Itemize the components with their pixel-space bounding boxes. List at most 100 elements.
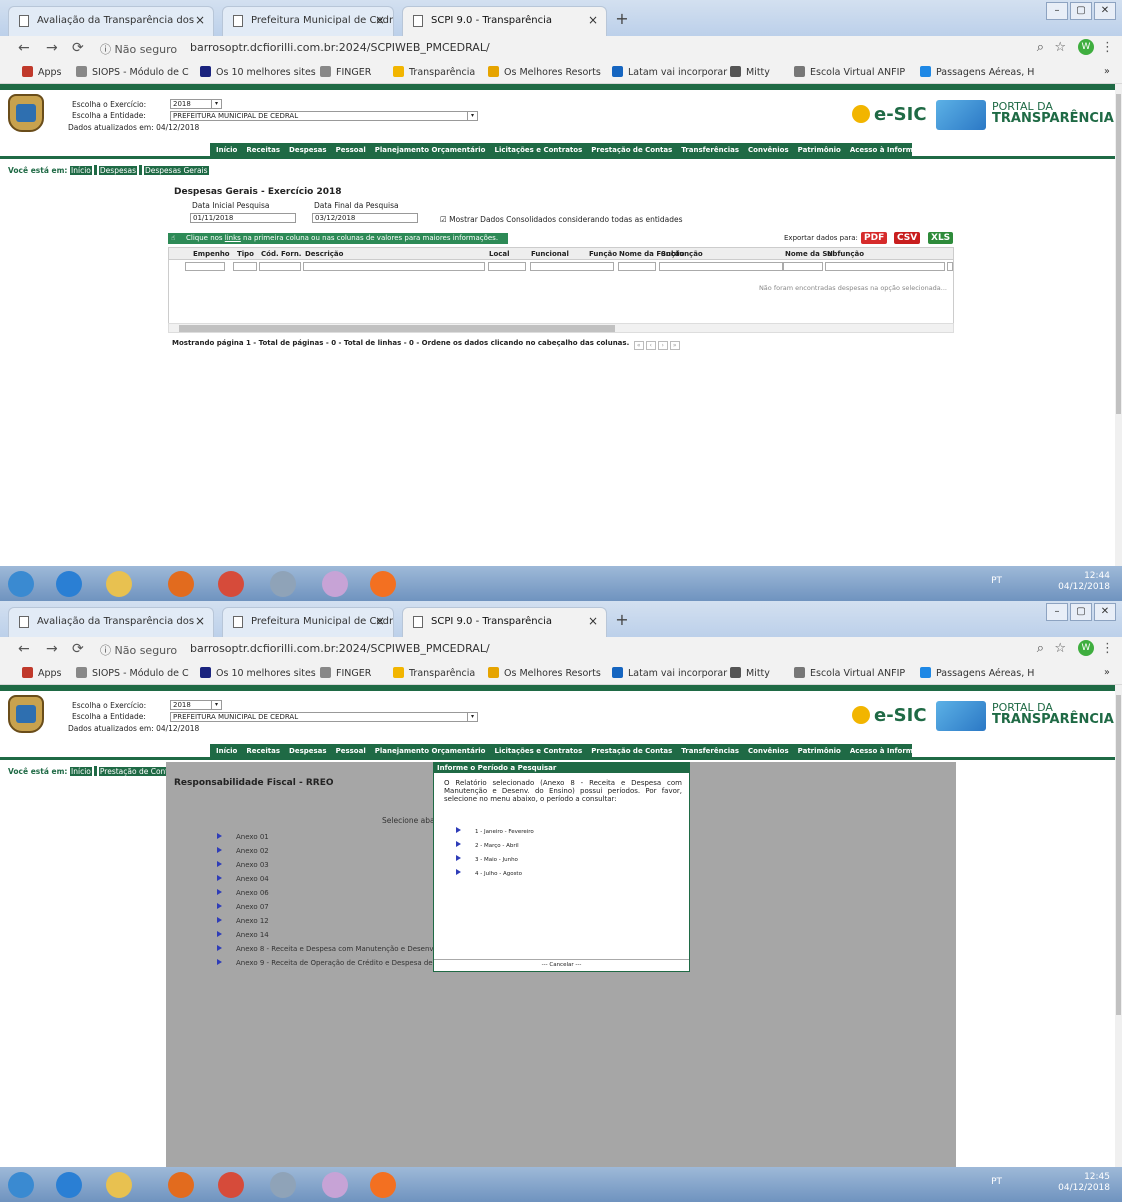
- period-option[interactable]: 1 - Janeiro - Fevereiro: [456, 827, 534, 835]
- clock[interactable]: 12:44 04/12/2018: [1058, 571, 1110, 593]
- more-icon[interactable]: ⋮: [1101, 641, 1114, 656]
- column-filter-input[interactable]: [618, 262, 656, 271]
- menu-item[interactable]: Prestação de Contas: [591, 747, 672, 755]
- column-filter-input[interactable]: [259, 262, 301, 271]
- column-filter-input[interactable]: [233, 262, 257, 271]
- star-icon[interactable]: ☆: [1054, 40, 1066, 55]
- chrome-icon[interactable]: [218, 1172, 244, 1198]
- column-filter-input[interactable]: [530, 262, 614, 271]
- bookmark-item[interactable]: Mitty: [730, 667, 770, 679]
- bookmark-item[interactable]: Os Melhores Resorts: [488, 667, 601, 679]
- avatar[interactable]: W: [1078, 640, 1094, 656]
- column-header[interactable]: Nome da Subfunção: [785, 250, 864, 258]
- media-player-icon[interactable]: [168, 1172, 194, 1198]
- vertical-scrollbar[interactable]: [1115, 685, 1122, 1167]
- bookmark-item[interactable]: Escola Virtual ANFIP: [794, 667, 905, 679]
- menu-item[interactable]: Patrimônio: [798, 146, 841, 154]
- column-filter-input[interactable]: [185, 262, 225, 271]
- explorer-icon[interactable]: [106, 1172, 132, 1198]
- breadcrumb-link[interactable]: Início: [70, 767, 92, 776]
- menu-item[interactable]: Patrimônio: [798, 747, 841, 755]
- bookmark-item[interactable]: FINGER: [320, 66, 371, 78]
- breadcrumb-link[interactable]: Início: [70, 166, 92, 175]
- minimize-icon[interactable]: –: [1046, 603, 1068, 621]
- menu-item[interactable]: Despesas: [289, 146, 327, 154]
- anexo-item[interactable]: Anexo 06: [217, 889, 269, 897]
- date-start-input[interactable]: 01/11/2018: [190, 213, 296, 223]
- browser-tab[interactable]: SCPI 9.0 - Transparência ×: [402, 607, 607, 637]
- anexo-item[interactable]: Anexo 9 - Receita de Operação de Crédito…: [217, 959, 459, 967]
- browser-tab[interactable]: SCPI 9.0 - Transparência ×: [402, 6, 607, 36]
- zoom-icon[interactable]: ⌕: [1037, 40, 1044, 55]
- more-bookmarks-icon[interactable]: »: [1104, 66, 1110, 77]
- column-filter-input[interactable]: [783, 262, 823, 271]
- export-pdf-button[interactable]: PDF: [861, 232, 888, 244]
- menu-item[interactable]: Licitações e Contratos: [495, 747, 583, 755]
- column-filter-input[interactable]: [947, 262, 953, 271]
- bookmark-item[interactable]: Mitty: [730, 66, 770, 78]
- anexo-item[interactable]: Anexo 14: [217, 931, 269, 939]
- first-page-button[interactable]: «: [633, 341, 644, 350]
- explorer-icon[interactable]: [106, 571, 132, 597]
- menu-item[interactable]: Planejamento Orçamentário: [375, 747, 486, 755]
- menu-item[interactable]: Acesso à Informação: [850, 747, 932, 755]
- security-indicator[interactable]: ⓘ Não seguro: [100, 41, 177, 57]
- anexo-item[interactable]: Anexo 04: [217, 875, 269, 883]
- language-indicator[interactable]: PT: [991, 1177, 1002, 1187]
- column-header[interactable]: Local: [489, 250, 510, 258]
- menu-item[interactable]: Transferências: [681, 747, 739, 755]
- bookmark-item[interactable]: Transparência: [393, 667, 475, 679]
- close-icon[interactable]: ×: [195, 13, 205, 27]
- column-header[interactable]: N: [827, 250, 833, 258]
- consolidated-checkbox[interactable]: ☑ Mostrar Dados Consolidados considerand…: [440, 215, 683, 224]
- bookmark-item[interactable]: Passagens Aéreas, H: [920, 66, 1034, 78]
- more-icon[interactable]: ⋮: [1101, 40, 1114, 55]
- zoom-icon[interactable]: ⌕: [1037, 641, 1044, 656]
- new-tab-button[interactable]: +: [612, 10, 632, 30]
- url-field[interactable]: barrosoptr.dcfiorilli.com.br:2024/SCPIWE…: [190, 41, 490, 54]
- menu-item[interactable]: Convênios: [748, 747, 789, 755]
- star-icon[interactable]: ☆: [1054, 641, 1066, 656]
- browser-tab[interactable]: Prefeitura Municipal de Cedral - ×: [222, 607, 394, 637]
- esic-logo[interactable]: e-SIC: [852, 104, 927, 125]
- exercise-select[interactable]: 2018 ▾: [170, 700, 222, 710]
- tip-link[interactable]: links: [225, 234, 241, 242]
- forward-icon[interactable]: →: [46, 641, 58, 657]
- menu-item[interactable]: Convênios: [748, 146, 789, 154]
- start-orb-icon[interactable]: [8, 571, 34, 597]
- close-window-icon[interactable]: ✕: [1094, 2, 1116, 20]
- ie-icon[interactable]: [56, 1172, 82, 1198]
- anexo-item[interactable]: Anexo 02: [217, 847, 269, 855]
- close-icon[interactable]: ×: [195, 614, 205, 628]
- close-icon[interactable]: ×: [375, 614, 385, 628]
- back-icon[interactable]: ←: [18, 641, 30, 657]
- bookmark-item[interactable]: SIOPS - Módulo de C: [76, 66, 189, 78]
- back-icon[interactable]: ←: [18, 40, 30, 56]
- close-icon[interactable]: ×: [588, 614, 598, 628]
- bookmark-item[interactable]: Apps: [22, 66, 62, 78]
- bookmark-item[interactable]: Escola Virtual ANFIP: [794, 66, 905, 78]
- reload-icon[interactable]: ⟳: [72, 40, 84, 56]
- new-tab-button[interactable]: +: [612, 611, 632, 631]
- start-orb-icon[interactable]: [8, 1172, 34, 1198]
- breadcrumb-link[interactable]: Despesas Gerais: [143, 166, 209, 175]
- vertical-scrollbar[interactable]: [1115, 84, 1122, 566]
- calculator-icon[interactable]: [270, 571, 296, 597]
- menu-item[interactable]: Receitas: [246, 747, 280, 755]
- chrome-icon[interactable]: [218, 571, 244, 597]
- maximize-icon[interactable]: ▢: [1070, 603, 1092, 621]
- bookmark-item[interactable]: Os 10 melhores sites: [200, 66, 316, 78]
- export-xls-button[interactable]: XLS: [928, 232, 954, 244]
- language-indicator[interactable]: PT: [991, 576, 1002, 586]
- more-bookmarks-icon[interactable]: »: [1104, 667, 1110, 678]
- column-filter-input[interactable]: [659, 262, 783, 271]
- close-icon[interactable]: ×: [375, 13, 385, 27]
- bookmark-item[interactable]: Latam vai incorporar: [612, 66, 727, 78]
- entity-select[interactable]: PREFEITURA MUNICIPAL DE CEDRAL ▾: [170, 111, 478, 121]
- column-filter-input[interactable]: [825, 262, 945, 271]
- close-icon[interactable]: ×: [588, 13, 598, 27]
- bookmark-item[interactable]: Os Melhores Resorts: [488, 66, 601, 78]
- column-header[interactable]: Cód. Forn.: [261, 250, 301, 258]
- menu-item[interactable]: Acesso à Informação: [850, 146, 932, 154]
- menu-item[interactable]: Início: [216, 747, 237, 755]
